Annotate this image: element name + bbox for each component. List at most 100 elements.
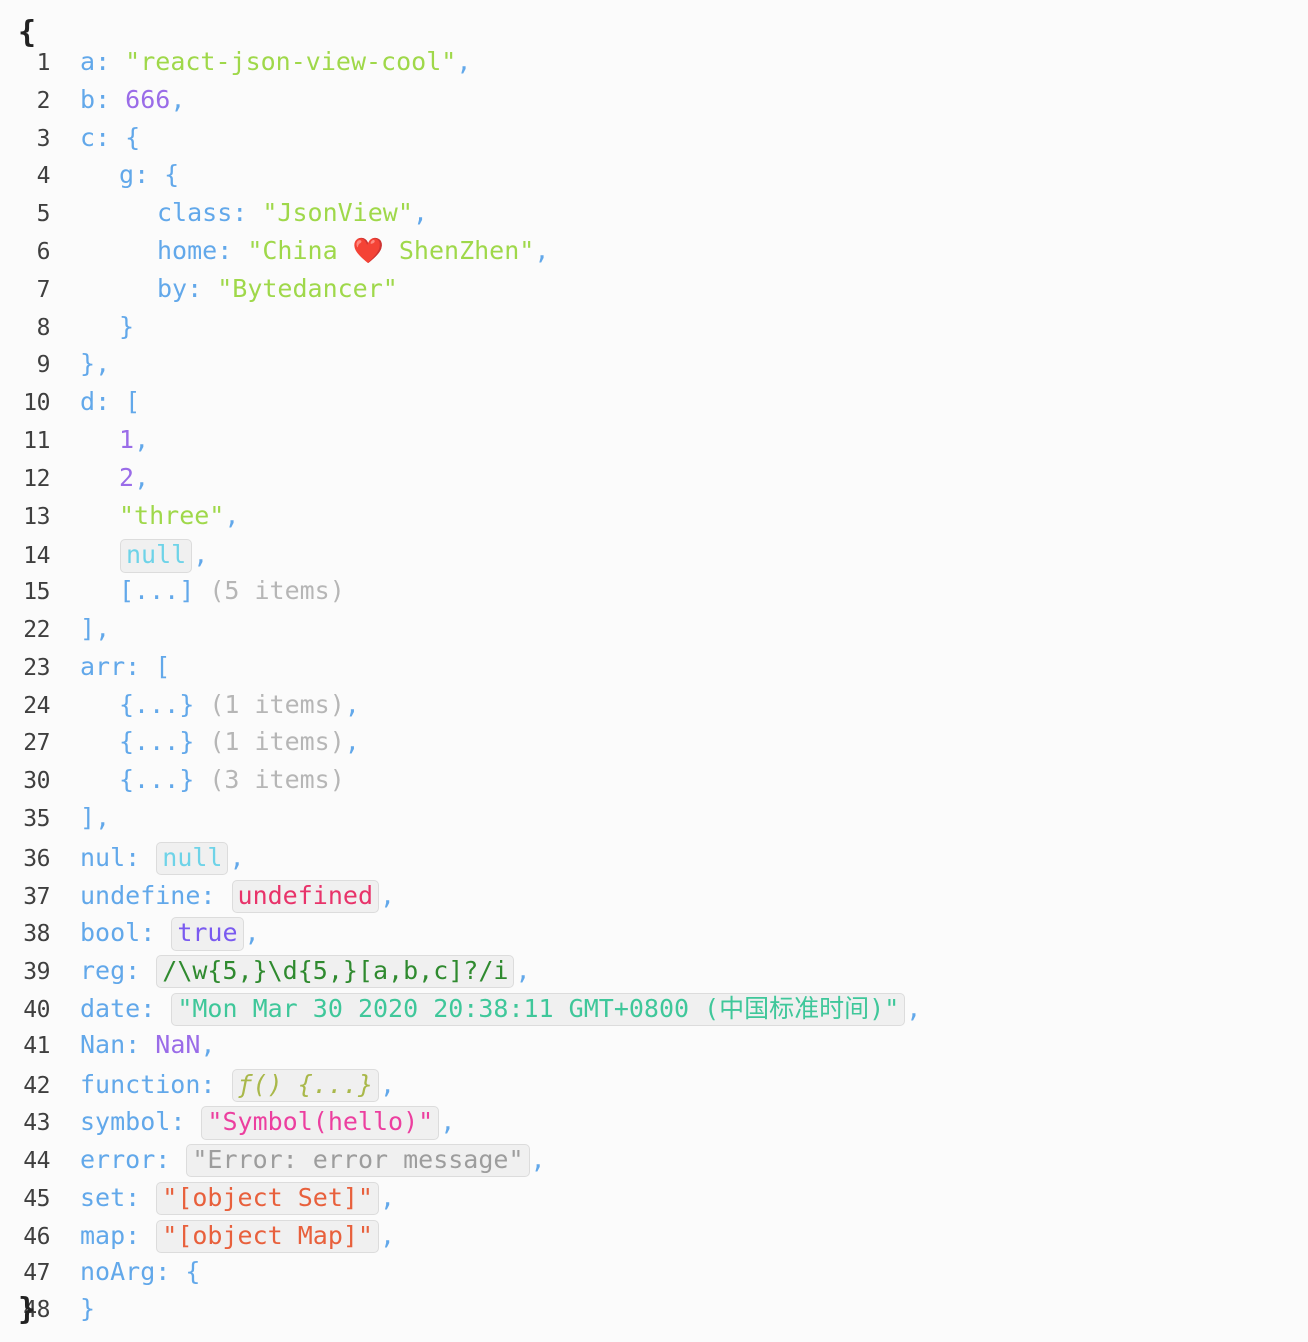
json-value-chip[interactable]: true: [171, 917, 244, 951]
json-value[interactable]: {: [164, 160, 179, 189]
json-line[interactable]: 41 Nan: NaN,: [0, 1030, 1308, 1069]
json-value[interactable]: NaN: [155, 1030, 200, 1059]
json-value[interactable]: "three": [119, 501, 224, 530]
json-value[interactable]: {: [125, 123, 140, 152]
json-key[interactable]: Nan: [80, 1030, 125, 1059]
json-line[interactable]: 4 g: {: [0, 161, 1308, 199]
json-key[interactable]: class: [157, 198, 232, 227]
json-value-chip[interactable]: ƒ() {...}: [231, 1068, 379, 1102]
json-line[interactable]: 13 "three",: [0, 501, 1308, 540]
json-value-chip[interactable]: null: [120, 539, 193, 573]
json-line[interactable]: 14 null,: [0, 539, 1308, 577]
json-key[interactable]: by: [157, 274, 187, 303]
json-key[interactable]: g: [119, 160, 134, 189]
json-line[interactable]: 11 1,: [0, 426, 1308, 464]
json-value[interactable]: }: [119, 312, 134, 341]
json-line[interactable]: 47 noArg: {: [0, 1257, 1308, 1296]
json-key[interactable]: symbol: [80, 1107, 170, 1136]
json-value-chip[interactable]: "Error: error message": [186, 1144, 530, 1178]
json-line[interactable]: 5 class: "JsonView",: [0, 199, 1308, 237]
json-value[interactable]: 1: [119, 425, 134, 454]
json-value[interactable]: {: [185, 1257, 200, 1286]
json-line[interactable]: 7 by: "Bytedancer": [0, 275, 1308, 313]
json-line[interactable]: 22],: [0, 615, 1308, 653]
json-line[interactable]: 12 2,: [0, 464, 1308, 502]
key-colon: :: [200, 880, 231, 910]
json-value[interactable]: "JsonView": [262, 198, 413, 227]
json-line[interactable]: 38 bool: true,: [0, 917, 1308, 955]
json-line[interactable]: 10 d: [: [0, 388, 1308, 426]
trailing-comma: ,: [229, 842, 245, 872]
json-line[interactable]: 44 error: "Error: error message",: [0, 1144, 1308, 1182]
json-key[interactable]: undefine: [80, 881, 200, 910]
json-line[interactable]: 46 map: "[object Map]",: [0, 1219, 1308, 1258]
json-value[interactable]: 666: [125, 85, 170, 114]
json-line[interactable]: 48}: [0, 1295, 1308, 1333]
json-value[interactable]: "react-json-view-cool": [125, 47, 456, 76]
json-value-chip[interactable]: "[object Set]": [156, 1181, 379, 1216]
json-line[interactable]: 1 a: "react-json-view-cool",: [0, 48, 1308, 86]
json-value-chip[interactable]: "[object Map]": [156, 1219, 379, 1253]
json-value[interactable]: "Bytedancer": [217, 274, 398, 303]
json-value[interactable]: }: [80, 349, 95, 378]
json-line[interactable]: 39 reg: /\w{5,}\d{5,}[a,b,c]?/i,: [0, 955, 1308, 993]
item-count-label: (1 items): [194, 727, 345, 757]
json-line[interactable]: 23 arr: [: [0, 653, 1308, 691]
line-number: 4: [36, 163, 51, 190]
json-value[interactable]: {...}: [119, 727, 194, 756]
line-content: g: {: [62, 161, 179, 189]
json-value-chip[interactable]: null: [156, 841, 229, 875]
json-value-chip[interactable]: "Symbol(hello)": [201, 1106, 440, 1140]
json-line[interactable]: 8}: [0, 312, 1308, 351]
line-number: 15: [23, 579, 50, 606]
json-key[interactable]: date: [80, 994, 140, 1023]
json-key[interactable]: nul: [80, 843, 125, 872]
json-line[interactable]: 9},: [0, 350, 1308, 388]
json-line[interactable]: 43 symbol: "Symbol(hello)",: [0, 1106, 1308, 1144]
json-value[interactable]: }: [80, 1294, 95, 1323]
json-key[interactable]: reg: [80, 956, 125, 985]
json-line[interactable]: 3 c: {: [0, 123, 1308, 162]
key-colon: :: [125, 651, 156, 681]
json-key[interactable]: c: [80, 123, 95, 152]
json-value[interactable]: [...]: [119, 576, 194, 605]
json-key[interactable]: d: [80, 387, 95, 416]
json-value[interactable]: {...}: [119, 690, 194, 719]
json-key[interactable]: error: [80, 1145, 155, 1174]
line-content: ],: [62, 615, 110, 643]
json-line[interactable]: 15 [...] (5 items): [0, 577, 1308, 615]
json-key[interactable]: set: [80, 1183, 125, 1212]
json-value-chip[interactable]: /\w{5,}\d{5,}[a,b,c]?/i: [156, 955, 515, 989]
json-line[interactable]: 37 undefine: undefined,: [0, 879, 1308, 918]
json-value[interactable]: ]: [80, 614, 95, 643]
key-colon: :: [95, 387, 126, 417]
json-value-chip[interactable]: undefined: [231, 879, 379, 913]
json-line[interactable]: 45 set: "[object Set]",: [0, 1181, 1308, 1220]
json-line[interactable]: 40 date: "Mon Mar 30 2020 20:38:11 GMT+08…: [0, 992, 1308, 1031]
json-line[interactable]: 27 {...} (1 items),: [0, 728, 1308, 766]
json-line[interactable]: 36 nul: null,: [0, 841, 1308, 880]
json-key[interactable]: noArg: [80, 1257, 155, 1286]
line-content: 1,: [62, 426, 149, 454]
json-key[interactable]: bool: [80, 918, 140, 947]
json-line[interactable]: 6 home: "China ❤️ ShenZhen",: [0, 237, 1308, 275]
json-line[interactable]: 42 function: ƒ() {...},: [0, 1068, 1308, 1107]
json-value[interactable]: {...}: [119, 765, 194, 794]
line-content: },: [62, 350, 110, 378]
json-line[interactable]: 2 b: 666,: [0, 86, 1308, 124]
json-key[interactable]: map: [80, 1221, 125, 1250]
json-value[interactable]: "China ❤️ ShenZhen": [247, 236, 534, 265]
json-value[interactable]: [: [125, 387, 140, 416]
json-line[interactable]: 35],: [0, 804, 1308, 842]
json-line[interactable]: 24 {...} (1 items),: [0, 690, 1308, 729]
json-key[interactable]: home: [157, 236, 217, 265]
json-value-chip[interactable]: "Mon Mar 30 2020 20:38:11 GMT+0800 (中国标准…: [171, 992, 906, 1027]
json-line[interactable]: 30 {...} (3 items): [0, 766, 1308, 804]
json-value[interactable]: ]: [80, 803, 95, 832]
json-key[interactable]: a: [80, 47, 95, 76]
json-key[interactable]: arr: [80, 652, 125, 681]
json-key[interactable]: b: [80, 85, 95, 114]
json-key[interactable]: function: [80, 1070, 200, 1099]
json-value[interactable]: 2: [119, 463, 134, 492]
json-value[interactable]: [: [155, 652, 170, 681]
